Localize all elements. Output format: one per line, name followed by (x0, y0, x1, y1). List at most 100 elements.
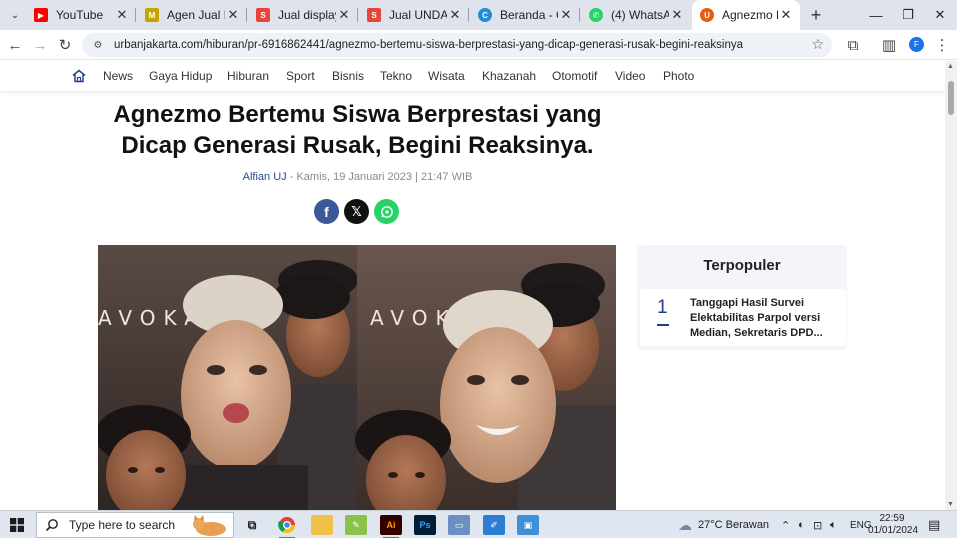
popular-sidebar: Terpopuler 1 Tanggapi Hasil Survei Elekt… (637, 245, 847, 350)
share-whatsapp-button[interactable] (374, 199, 399, 224)
windows-start-icon[interactable] (10, 518, 24, 532)
tab-canva[interactable]: C Beranda - Canva ✕ (470, 0, 580, 30)
facebook-icon: f (324, 203, 329, 220)
clock[interactable]: 22:59 01/01/2024 (868, 513, 919, 537)
url-text: urbanjakarta.com/hiburan/pr-6916862441/a… (114, 39, 743, 51)
scroll-up-arrow-icon[interactable]: ▲ (947, 63, 954, 70)
popular-item-title[interactable]: Tanggapi Hasil Survei Elektabilitas Parp… (690, 296, 838, 341)
nav-sport[interactable]: Sport (286, 69, 315, 83)
search-icon (45, 519, 58, 532)
close-tab-icon[interactable]: ✕ (778, 7, 794, 23)
tab-whatsapp[interactable]: ✆ (4) WhatsApp ✕ (581, 0, 691, 30)
x-icon: 𝕏 (351, 203, 362, 219)
author-link[interactable]: Alfian UJ (243, 171, 287, 183)
scroll-down-arrow-icon[interactable]: ▼ (947, 501, 954, 508)
network-icon[interactable]: ⊡ (813, 511, 822, 538)
web-page: News Gaya Hidup Hiburan Sport Bisnis Tek… (0, 61, 945, 510)
article-byline: Alfian UJ - Kamis, 19 Januari 2023 | 21:… (90, 171, 625, 183)
restore-button[interactable]: ❐ (892, 0, 924, 30)
reload-button[interactable]: ↻ (54, 34, 76, 56)
sidebar-title: Terpopuler (703, 257, 781, 274)
bookmark-star-icon[interactable]: ☆ (811, 36, 824, 53)
back-button[interactable]: ← (4, 34, 26, 56)
weather-text: 27°C Berawan (698, 519, 770, 531)
nav-khazanah[interactable]: Khazanah (482, 69, 536, 83)
share-facebook-button[interactable]: f (314, 199, 339, 224)
whatsapp-icon: ✆ (589, 8, 603, 22)
home-icon[interactable] (71, 68, 87, 84)
nav-wisata[interactable]: Wisata (428, 69, 465, 83)
address-bar[interactable]: ⚙ urbanjakarta.com/hiburan/pr-6916862441… (82, 33, 832, 57)
extensions-icon[interactable]: ⧉ (842, 34, 864, 56)
tray-device-icon[interactable]: ◐ (798, 511, 805, 538)
illustrator-icon[interactable]: Ai (380, 515, 402, 538)
screen-app-icon[interactable]: ▣ (517, 515, 539, 535)
canva-icon: C (478, 8, 492, 22)
close-tab-icon[interactable]: ✕ (336, 7, 352, 23)
chrome-taskbar-icon[interactable] (276, 515, 298, 538)
scrollbar-thumb[interactable] (948, 81, 954, 115)
corel-app-icon[interactable]: ✎ (345, 515, 367, 535)
rank-underline (657, 324, 669, 326)
new-tab-button[interactable]: + (806, 5, 826, 25)
photoshop-icon[interactable]: Ps (414, 515, 436, 535)
monitor-app-icon[interactable]: ▭ (448, 515, 470, 535)
nav-otomotif[interactable]: Otomotif (552, 69, 597, 83)
article-photo[interactable]: AVOKA AVOK (98, 245, 616, 510)
weather-widget[interactable]: ☁ 27°C Berawan (678, 511, 769, 538)
tab-youtube[interactable]: ▶ YouTube ✕ (26, 0, 136, 30)
close-tab-icon[interactable]: ✕ (558, 7, 574, 23)
side-panel-icon[interactable]: ▥ (878, 34, 900, 56)
cloud-icon: ☁ (678, 516, 692, 533)
tab-search-button[interactable]: ⌄ (6, 6, 24, 24)
news-site-icon: U (700, 8, 714, 22)
clock-date: 01/01/2024 (868, 525, 919, 536)
notification-icon[interactable]: ▤ (928, 511, 940, 538)
site-info-icon[interactable]: ⚙ (90, 37, 106, 53)
nav-gaya-hidup[interactable]: Gaya Hidup (149, 69, 212, 83)
tab-strip: ⌄ ▶ YouTube ✕ M Agen Jual Pulsa ✕ S Jual… (0, 0, 957, 30)
file-explorer-icon[interactable] (311, 515, 333, 535)
nav-hiburan[interactable]: Hiburan (227, 69, 269, 83)
volume-icon[interactable]: 🔈︎ (830, 511, 837, 538)
popular-rank: 1 (657, 297, 668, 318)
shop-bag-icon: S (256, 8, 270, 22)
close-tab-icon[interactable]: ✕ (225, 7, 241, 23)
close-tab-icon[interactable]: ✕ (114, 7, 130, 23)
whatsapp-icon (380, 205, 393, 218)
popular-item[interactable]: 1 Tanggapi Hasil Survei Elektabilitas Pa… (640, 289, 846, 346)
search-highlight-cat-icon (193, 515, 226, 536)
show-hidden-icons[interactable]: ⌃ (781, 511, 790, 538)
tab-agen-jual-pulsa[interactable]: M Agen Jual Pulsa ✕ (137, 0, 247, 30)
clock-time: 22:59 (879, 513, 905, 524)
close-tab-icon[interactable]: ✕ (669, 7, 685, 23)
tab-jual-undangan[interactable]: S Jual UNDANGA ✕ (359, 0, 469, 30)
minimize-button[interactable]: — (860, 0, 892, 30)
site-navbar: News Gaya Hidup Hiburan Sport Bisnis Tek… (0, 61, 945, 91)
profile-avatar[interactable]: F (909, 37, 924, 52)
close-window-button[interactable]: ✕ (924, 0, 956, 30)
menu-kebab-icon[interactable]: ⋮ (931, 34, 953, 56)
task-view-icon[interactable]: ⧉ (241, 515, 263, 535)
shop-bag-icon: S (367, 8, 381, 22)
windows-taskbar: Type here to search ⧉ ✎ Ai Ps ▭ ✐ ▣ ☁ 27… (0, 510, 957, 538)
taskbar-search-box[interactable]: Type here to search (36, 512, 234, 538)
nav-video[interactable]: Video (615, 69, 645, 83)
search-placeholder: Type here to search (69, 518, 176, 532)
nav-bisnis[interactable]: Bisnis (332, 69, 364, 83)
nav-news[interactable]: News (103, 69, 133, 83)
paint-app-icon[interactable]: ✐ (483, 515, 505, 535)
publish-date: - Kamis, 19 Januari 2023 | 21:47 WIB (286, 171, 473, 183)
close-tab-icon[interactable]: ✕ (447, 7, 463, 23)
article-headline: Agnezmo Bertemu Siswa Berprestasi yang D… (113, 101, 602, 159)
seller-icon: M (145, 8, 159, 22)
share-x-button[interactable]: 𝕏 (344, 199, 369, 224)
page-scrollbar[interactable]: ▲ ▼ (945, 61, 957, 510)
nav-photo[interactable]: Photo (663, 69, 694, 83)
nav-tekno[interactable]: Tekno (380, 69, 412, 83)
youtube-icon: ▶ (34, 8, 48, 22)
forward-button[interactable]: → (29, 34, 51, 56)
browser-toolbar: ← → ↻ ⚙ urbanjakarta.com/hiburan/pr-6916… (0, 30, 957, 60)
tab-agnezmo-active[interactable]: U Agnezmo Berte ✕ (692, 0, 800, 30)
tab-jual-display[interactable]: S Jual display und ✕ (248, 0, 358, 30)
